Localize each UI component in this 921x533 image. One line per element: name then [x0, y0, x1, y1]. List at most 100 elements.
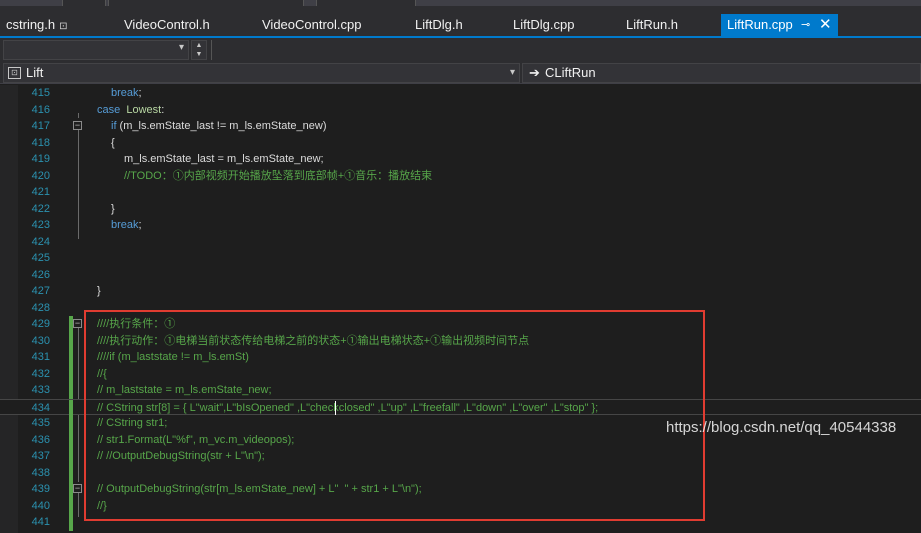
code-token: //TODO：①内部视频开始播放坠落到底部帧+①音乐：播放结束 — [124, 169, 433, 182]
tab-liftdlg-h[interactable]: LiftDlg.h — [415, 14, 463, 36]
code-token: { — [111, 136, 115, 149]
divider — [211, 40, 212, 60]
tab-label: LiftDlg.cpp — [513, 17, 575, 32]
project-combo[interactable]: ⊡ Lift ▾ — [3, 63, 520, 83]
scope-combo[interactable]: ▾ — [3, 40, 189, 60]
chevron-down-icon[interactable]: ▼ — [192, 50, 206, 59]
line-number: 430 — [31, 334, 50, 347]
code-editor[interactable]: 415 break; 416 case Lowest: 417 − if (m_ls.emS… — [0, 85, 921, 533]
tab-videocontrol-cpp[interactable]: VideoControl.cpp — [262, 14, 362, 36]
tab-liftrun-h[interactable]: LiftRun.h — [626, 14, 678, 36]
code-token: break — [111, 219, 139, 231]
tab-label: LiftRun.cpp — [727, 17, 793, 32]
tab-label: LiftDlg.h — [415, 17, 463, 32]
line-number: 416 — [31, 103, 50, 116]
line-number: 426 — [31, 268, 50, 281]
code-token: m_ls.emState_last = m_ls.emState_new; — [124, 153, 324, 165]
project-icon: ⊡ — [8, 67, 21, 79]
line-number: 427 — [31, 285, 50, 297]
fold-toggle-icon[interactable]: − — [73, 319, 82, 328]
line-number: 425 — [31, 252, 50, 264]
tab-bar-stub — [62, 0, 106, 6]
line-number: 439 — [31, 483, 50, 495]
change-marker — [69, 365, 73, 383]
code-text: } — [97, 283, 101, 299]
fold-toggle-icon[interactable]: − — [73, 484, 82, 493]
fold-toggle-icon[interactable]: − — [73, 121, 82, 130]
tab-label: VideoControl.cpp — [262, 17, 362, 32]
change-marker — [69, 448, 73, 465]
code-line[interactable]: 427} — [0, 283, 921, 300]
tab-videocontrol-h[interactable]: VideoControl.h — [124, 14, 210, 36]
code-line[interactable]: 426 — [0, 267, 921, 284]
code-line[interactable]: 418 { — [0, 135, 921, 152]
code-line[interactable]: 424 — [0, 234, 921, 251]
code-token: (m_ls.emState_last != m_ls.emState_new) — [116, 120, 327, 132]
code-token: } — [111, 202, 115, 215]
class-icon: ➔ — [529, 65, 540, 80]
change-marker — [69, 399, 73, 417]
tab-label: LiftRun.h — [626, 17, 679, 32]
line-number: 434 — [31, 401, 50, 414]
class-combo[interactable]: ➔ CLiftRun — [522, 63, 921, 83]
line-number: 424 — [31, 235, 50, 248]
tab-liftdlg-cpp[interactable]: LiftDlg.cpp — [513, 14, 574, 36]
line-number: 433 — [31, 384, 50, 396]
change-marker — [69, 349, 73, 366]
code-line[interactable]: 421 — [0, 184, 921, 201]
code-text: break; — [111, 217, 142, 233]
line-number: 420 — [31, 169, 50, 182]
navigation-bar: ⊡ Lift ▾ ➔ CLiftRun — [0, 62, 921, 84]
code-token: Lowest — [126, 103, 162, 116]
line-number: 418 — [31, 136, 50, 149]
code-line[interactable]: 425 — [0, 250, 921, 267]
code-token: } — [97, 285, 101, 297]
tab-bar-stub — [108, 0, 304, 6]
code-text: case Lowest: — [97, 102, 164, 118]
line-number: 440 — [31, 499, 50, 512]
pin-icon[interactable]: ⊸ — [801, 14, 810, 36]
line-number: 438 — [31, 466, 50, 479]
chevron-up-icon[interactable]: ▲ — [192, 41, 206, 50]
change-marker — [69, 332, 73, 350]
tab-cstring-h[interactable]: cstring.h ⊡ — [6, 14, 68, 36]
change-marker — [69, 514, 73, 531]
code-line[interactable]: 416 case Lowest: — [0, 102, 921, 119]
line-number: 415 — [31, 87, 50, 99]
code-text: } — [111, 201, 115, 217]
code-text: { — [111, 135, 115, 151]
change-marker — [69, 497, 73, 515]
code-line[interactable]: 415 break; — [0, 85, 921, 102]
code-token: break — [111, 87, 139, 99]
scope-spinner[interactable]: ▲ ▼ — [191, 40, 207, 60]
document-tab-bar: cstring.h ⊡ VideoControl.h VideoControl.c… — [0, 0, 921, 36]
code-token: case — [97, 103, 121, 116]
navigation-bar-top: ▾ ▲ ▼ — [0, 38, 921, 62]
code-token: ; — [138, 87, 142, 99]
tab-liftrun-cpp[interactable]: LiftRun.cpp ⊸ ✕ — [721, 14, 838, 36]
tab-bar-top-strip — [0, 0, 921, 6]
code-text: m_ls.emState_last = m_ls.emState_new; — [124, 151, 324, 167]
change-marker — [69, 415, 73, 432]
code-line[interactable]: 422} — [0, 201, 921, 218]
tab-label: VideoControl.h — [124, 17, 210, 32]
watermark: https://blog.csdn.net/qq_40544338 — [666, 419, 897, 436]
code-line[interactable]: 419 m_ls.emState_last = m_ls.emState_new; — [0, 151, 921, 168]
line-number: 421 — [31, 186, 50, 198]
code-text: if (m_ls.emState_last != m_ls.emState_ne… — [111, 118, 327, 134]
line-number: 437 — [31, 450, 50, 462]
line-number: 441 — [31, 516, 50, 528]
change-marker — [69, 431, 73, 449]
tab-bar-stub — [316, 0, 416, 6]
project-combo-label: Lift — [26, 65, 44, 80]
change-marker — [69, 382, 73, 399]
line-number: 419 — [31, 153, 50, 165]
code-line[interactable]: 420 //TODO：①内部视频开始播放坠落到底部帧+①音乐：播放结束 — [0, 168, 921, 185]
code-line[interactable]: 417 − if (m_ls.emState_last != m_ls.emStat… — [0, 118, 921, 135]
code-text: break; — [111, 85, 142, 101]
close-icon[interactable]: ✕ — [819, 14, 832, 36]
code-text: //TODO：①内部视频开始播放坠落到底部帧+①音乐：播放结束 — [124, 168, 432, 184]
chevron-down-icon: ▾ — [509, 67, 515, 78]
code-line[interactable]: 423 break; — [0, 217, 921, 234]
code-token: : — [161, 103, 165, 116]
